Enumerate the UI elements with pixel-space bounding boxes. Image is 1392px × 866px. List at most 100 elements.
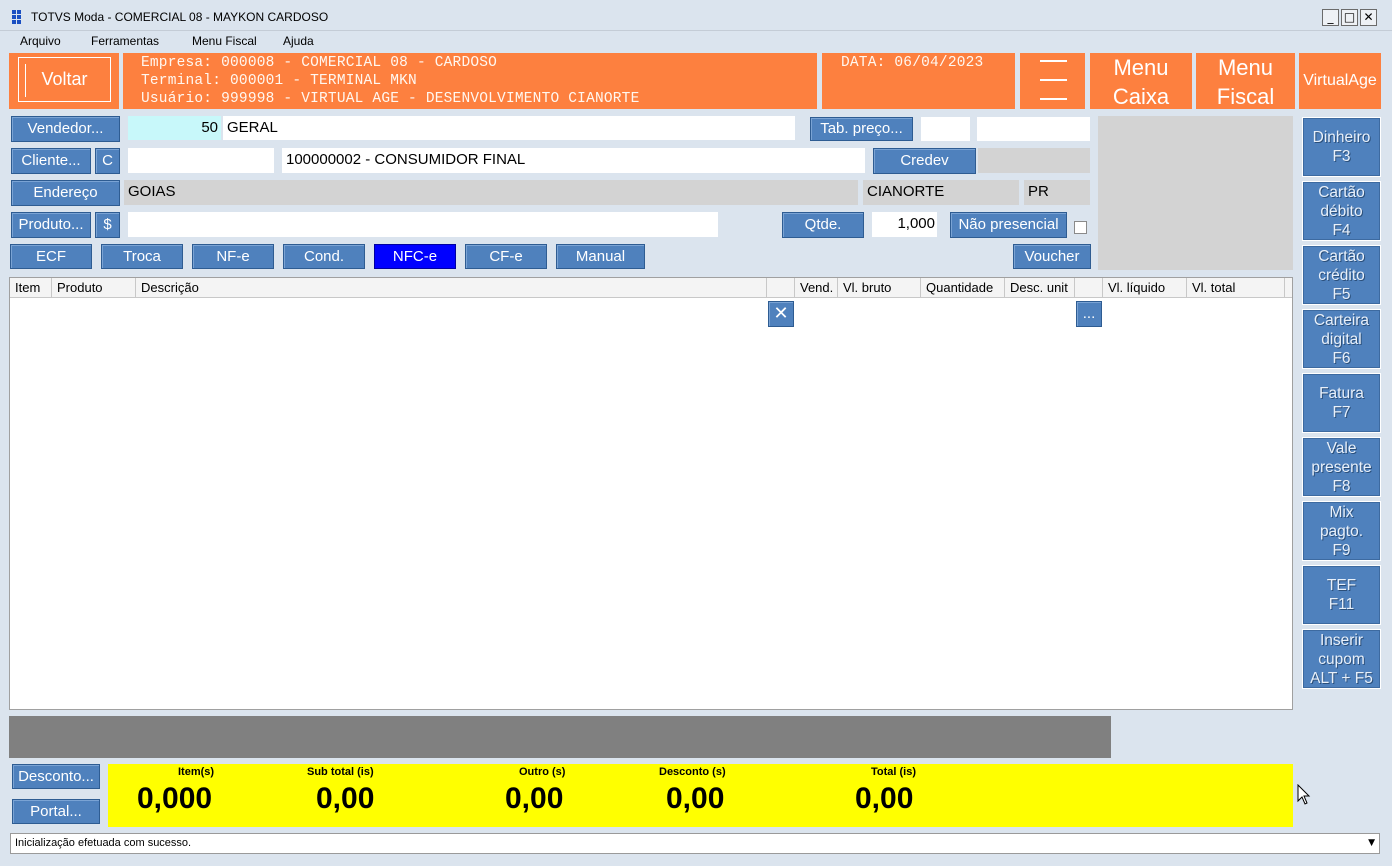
nao-presencial-button[interactable]: Não presencial [950, 212, 1067, 238]
product-image-panel [1098, 116, 1293, 270]
close-button[interactable]: ✕ [1360, 9, 1377, 26]
menu-ferramentas[interactable]: Ferramentas [91, 34, 159, 48]
nfce-button[interactable]: NFC-e [374, 244, 456, 269]
cliente-c-button[interactable]: C [95, 148, 120, 174]
endereco-button[interactable]: Endereço [11, 180, 120, 206]
grid-header: Item Produto Descrição Vend. Vl. bruto Q… [10, 278, 1292, 298]
qtde-field[interactable]: 1,000 [872, 212, 937, 237]
outro-value: 0,00 [505, 782, 564, 815]
empresa-text: Empresa: 000008 - COMERCIAL 08 - CARDOSO [141, 55, 498, 71]
voltar-label: Voltar [41, 69, 88, 89]
tab-preco-name-field [977, 117, 1090, 141]
troca-button[interactable]: Troca [101, 244, 183, 269]
outro-label: Outro (s) [519, 766, 566, 778]
desconto-total-value: 0,00 [666, 782, 725, 815]
voucher-button[interactable]: Voucher [1013, 244, 1091, 269]
status-dropdown-icon[interactable]: ▼ [1368, 834, 1375, 853]
grand-total-value: 0,00 [855, 782, 914, 815]
virtualage-logo: VirtualAge [1299, 53, 1381, 109]
status-text: Inicialização efetuada com sucesso. [15, 837, 192, 849]
menu-caixa-label-1: Menu [1113, 55, 1169, 80]
carteira-digital-button[interactable]: Carteira digital F6 [1302, 309, 1381, 369]
cliente-code-field[interactable] [128, 148, 274, 173]
hamburger-icon [1040, 60, 1067, 62]
vale-presente-button[interactable]: Vale presente F8 [1302, 437, 1381, 497]
qtde-button[interactable]: Qtde. [782, 212, 864, 238]
usuario-text: Usuário: 999998 - VIRTUAL AGE - DESENVOL… [141, 91, 640, 107]
ecf-button[interactable]: ECF [10, 244, 92, 269]
back-chevron-icon [25, 64, 43, 97]
items-total-label: Item(s) [178, 766, 215, 778]
session-info-panel: Empresa: 000008 - COMERCIAL 08 - CARDOSO… [123, 53, 817, 109]
vendedor-button[interactable]: Vendedor... [11, 116, 120, 142]
col-item[interactable]: Item [10, 278, 52, 298]
menu-bar: Arquivo Ferramentas Menu Fiscal Ajuda [0, 31, 1392, 51]
subtotal-label: Sub total (is) [307, 766, 374, 778]
col-produto[interactable]: Produto [52, 278, 136, 298]
cond-button[interactable]: Cond. [283, 244, 365, 269]
col-vl-total[interactable]: Vl. total [1187, 278, 1285, 298]
cfe-button[interactable]: CF-e [465, 244, 547, 269]
produto-button[interactable]: Produto... [11, 212, 91, 238]
title-bar: TOTVS Moda - COMERCIAL 08 - MAYKON CARDO… [0, 0, 1392, 31]
menu-fiscal-button[interactable]: Menu Fiscal [1196, 53, 1295, 109]
dollar-button[interactable]: $ [95, 212, 120, 238]
col-desc-unit[interactable]: Desc. unit [1005, 278, 1075, 298]
credev-value-field [978, 148, 1090, 173]
items-grid[interactable]: Item Produto Descrição Vend. Vl. bruto Q… [9, 277, 1293, 710]
col-vl-bruto[interactable]: Vl. bruto [838, 278, 921, 298]
cliente-name-field: 100000002 - CONSUMIDOR FINAL [282, 148, 865, 173]
menu-arquivo[interactable]: Arquivo [20, 34, 61, 48]
terminal-text: Terminal: 000001 - TERMINAL MKN [141, 73, 417, 89]
date-panel: DATA: 06/04/2023 [822, 53, 1015, 109]
voltar-button[interactable]: Voltar [18, 57, 111, 102]
mouse-cursor-icon [1297, 784, 1311, 805]
desconto-button[interactable]: Desconto... [12, 764, 100, 789]
col-quantidade[interactable]: Quantidade [921, 278, 1005, 298]
nfe-button[interactable]: NF-e [192, 244, 274, 269]
hamburger-menu-button[interactable] [1020, 53, 1085, 109]
cliente-button[interactable]: Cliente... [11, 148, 91, 174]
manual-button[interactable]: Manual [556, 244, 645, 269]
grand-total-label: Total (is) [871, 766, 917, 778]
window-title: TOTVS Moda - COMERCIAL 08 - MAYKON CARDO… [31, 10, 329, 24]
totals-panel: Item(s) 0,000 Sub total (is) 0,00 Outro … [108, 764, 1293, 827]
dinheiro-shortcut: F3 [1332, 148, 1351, 165]
produto-search-field[interactable] [128, 212, 718, 237]
col-descricao[interactable]: Descrição [136, 278, 767, 298]
minimize-button[interactable]: _ [1322, 9, 1339, 26]
message-bar [9, 716, 1111, 758]
tab-preco-button[interactable]: Tab. preço... [810, 117, 913, 141]
delete-item-icon[interactable]: ✕ [768, 301, 794, 327]
cartao-credito-button[interactable]: Cartão crédito F5 [1302, 245, 1381, 305]
more-options-button[interactable]: ... [1076, 301, 1102, 327]
dinheiro-button[interactable]: Dinheiro F3 [1302, 117, 1381, 177]
menu-fiscal-label-2: Fiscal [1216, 84, 1275, 109]
inserir-cupom-button[interactable]: Inserir cupom ALT + F5 [1302, 629, 1381, 689]
endereco-field: GOIAS [124, 180, 858, 205]
menu-ajuda[interactable]: Ajuda [283, 34, 314, 48]
cartao-debito-button[interactable]: Cartão débito F4 [1302, 181, 1381, 241]
portal-button[interactable]: Portal... [12, 799, 100, 824]
cidade-field: CIANORTE [863, 180, 1019, 205]
maximize-button[interactable]: □ [1341, 9, 1358, 26]
subtotal-value: 0,00 [316, 782, 375, 815]
app-icon [12, 10, 26, 24]
items-total-value: 0,000 [137, 782, 213, 815]
credev-button[interactable]: Credev [873, 148, 976, 174]
vendedor-name-field: GERAL [223, 116, 795, 140]
tab-preco-code-field[interactable] [921, 117, 970, 141]
desconto-total-label: Desconto (s) [659, 766, 726, 778]
col-vl-liquido[interactable]: Vl. líquido [1103, 278, 1187, 298]
status-bar: Inicialização efetuada com sucesso. ▼ [10, 833, 1380, 854]
tef-button[interactable]: TEF F11 [1302, 565, 1381, 625]
mix-pagto-button[interactable]: Mix pagto. F9 [1302, 501, 1381, 561]
fatura-button[interactable]: Fatura F7 [1302, 373, 1381, 433]
dinheiro-label: Dinheiro [1312, 129, 1371, 146]
nao-presencial-checkbox[interactable] [1074, 221, 1087, 234]
menu-fiscal[interactable]: Menu Fiscal [192, 34, 257, 48]
menu-caixa-button[interactable]: Menu Caixa [1090, 53, 1192, 109]
vendedor-code-field[interactable]: 50 [128, 116, 221, 140]
col-vend[interactable]: Vend. [795, 278, 838, 298]
col-delete [767, 278, 795, 298]
